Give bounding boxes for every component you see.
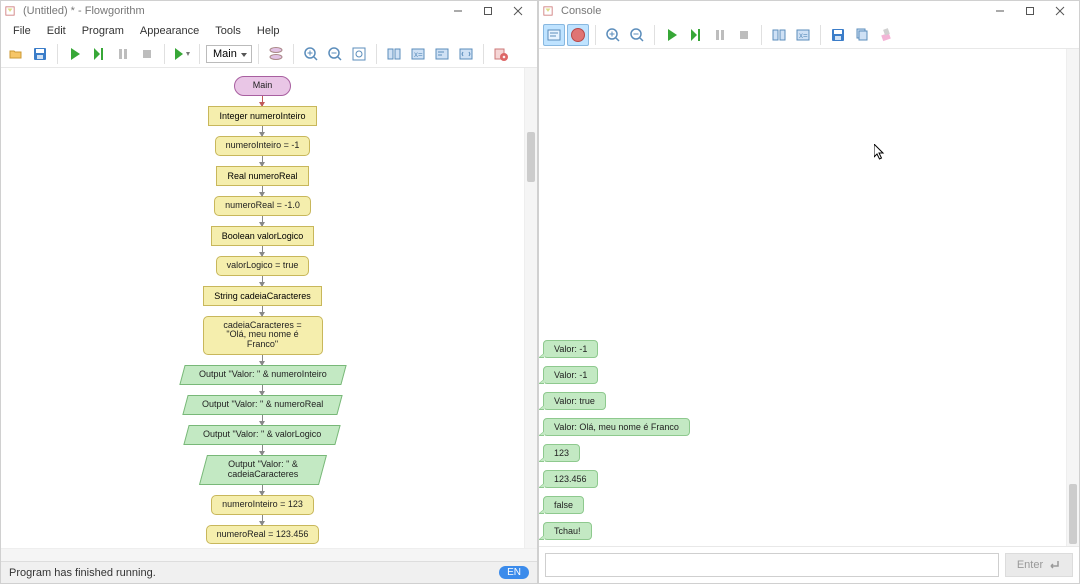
text-mode-icon[interactable] [543,24,565,46]
editor-toolbar: Main x= [1,40,537,68]
export-icon[interactable] [490,43,512,65]
console-app-icon [543,6,553,16]
minimize-button[interactable] [985,2,1015,20]
flow-assign[interactable]: numeroInteiro = 123 [211,495,314,515]
play-icon[interactable] [661,24,683,46]
flow-output[interactable]: Output "Valor: " & numeroReal [182,395,343,415]
flow-assign[interactable]: numeroReal = -1.0 [214,196,311,216]
pause-icon[interactable] [709,24,731,46]
layout-panel-icon[interactable] [383,43,405,65]
stop-icon[interactable] [733,24,755,46]
layout-panel-icon[interactable] [768,24,790,46]
console-output[interactable]: Valor: -1 Valor: -1 Valor: true Valor: O… [539,49,1066,546]
flow-output[interactable]: Output "Valor: " & valorLogico [184,425,342,445]
zoom-out-icon[interactable] [626,24,648,46]
flow-declare[interactable]: Real numeroReal [216,166,308,186]
console-line: false [543,496,584,514]
zoom-fit-icon[interactable] [348,43,370,65]
flow-declare[interactable]: String cadeiaCaracteres [203,286,322,306]
menu-appearance[interactable]: Appearance [132,23,207,39]
menu-help[interactable]: Help [249,23,288,39]
open-icon[interactable] [5,43,27,65]
vertical-scrollbar[interactable] [524,68,537,548]
close-button[interactable] [503,2,533,20]
copy-icon[interactable] [851,24,873,46]
minimize-button[interactable] [443,2,473,20]
status-text: Program has finished running. [9,567,499,579]
menubar: File Edit Program Appearance Tools Help [1,21,537,40]
flow-assign[interactable]: numeroInteiro = -1 [215,136,311,156]
maximize-button[interactable] [473,2,503,20]
console-titlebar: Console [539,1,1079,21]
close-button[interactable] [1045,2,1075,20]
console-line: Valor: true [543,392,606,410]
enter-button[interactable]: Enter [1005,553,1073,577]
step-icon[interactable] [685,24,707,46]
console-line: Valor: -1 [543,366,598,384]
stop-icon[interactable] [136,43,158,65]
menu-program[interactable]: Program [74,23,132,39]
flow-assign[interactable]: numeroReal = 123.456 [206,525,320,545]
menu-edit[interactable]: Edit [39,23,74,39]
record-icon[interactable] [567,24,589,46]
console-line: Valor: -1 [543,340,598,358]
save-icon[interactable] [29,43,51,65]
editor-titlebar: (Untitled) * - Flowgorithm [1,1,537,21]
speed-dropdown-icon[interactable] [171,43,193,65]
flow-declare[interactable]: Integer numeroInteiro [208,106,316,126]
step-icon[interactable] [88,43,110,65]
flowchart-canvas[interactable]: Main Integer numeroInteiro numeroInteiro… [1,68,524,548]
flow-assign[interactable]: cadeiaCaracteres = "Olá, meu nome é Fran… [203,316,323,356]
editor-window: (Untitled) * - Flowgorithm File Edit Pro… [0,0,538,584]
svg-text:x=: x= [799,31,808,40]
enter-icon [1047,559,1061,571]
console-line: Valor: Olá, meu nome é Franco [543,418,690,436]
flow-output[interactable]: Output "Valor: " & numeroInteiro [179,365,346,385]
clear-icon[interactable] [875,24,897,46]
function-manager-icon[interactable] [265,43,287,65]
variables-panel-icon[interactable]: x= [407,43,429,65]
flow-assign[interactable]: valorLogico = true [216,256,310,276]
language-badge[interactable]: EN [499,566,529,579]
console-vertical-scrollbar[interactable] [1066,49,1079,546]
source-panel-icon[interactable] [455,43,477,65]
horizontal-scrollbar[interactable] [1,548,537,561]
menu-file[interactable]: File [5,23,39,39]
play-icon[interactable] [64,43,86,65]
console-panel-icon[interactable] [431,43,453,65]
pause-icon[interactable] [112,43,134,65]
console-input[interactable] [545,553,999,577]
mouse-cursor [874,144,886,162]
console-window: Console x= [538,0,1080,584]
variables-panel-icon[interactable]: x= [792,24,814,46]
function-select[interactable]: Main [206,45,252,63]
zoom-in-icon[interactable] [602,24,624,46]
flow-declare[interactable]: Boolean valorLogico [211,226,315,246]
zoom-in-icon[interactable] [300,43,322,65]
console-title: Console [557,5,985,17]
console-line: 123 [543,444,580,462]
console-line: 123.456 [543,470,598,488]
menu-tools[interactable]: Tools [207,23,249,39]
maximize-button[interactable] [1015,2,1045,20]
save-icon[interactable] [827,24,849,46]
console-line: Tchau! [543,522,592,540]
flow-terminator-start[interactable]: Main [234,76,292,96]
zoom-out-icon[interactable] [324,43,346,65]
app-icon [5,6,15,16]
editor-title: (Untitled) * - Flowgorithm [19,5,443,17]
console-toolbar: x= [539,21,1079,49]
console-input-row: Enter [539,546,1079,583]
svg-text:x=: x= [414,50,423,59]
flow-output[interactable]: Output "Valor: " & cadeiaCaracteres [199,455,327,485]
editor-statusbar: Program has finished running. EN [1,561,537,583]
